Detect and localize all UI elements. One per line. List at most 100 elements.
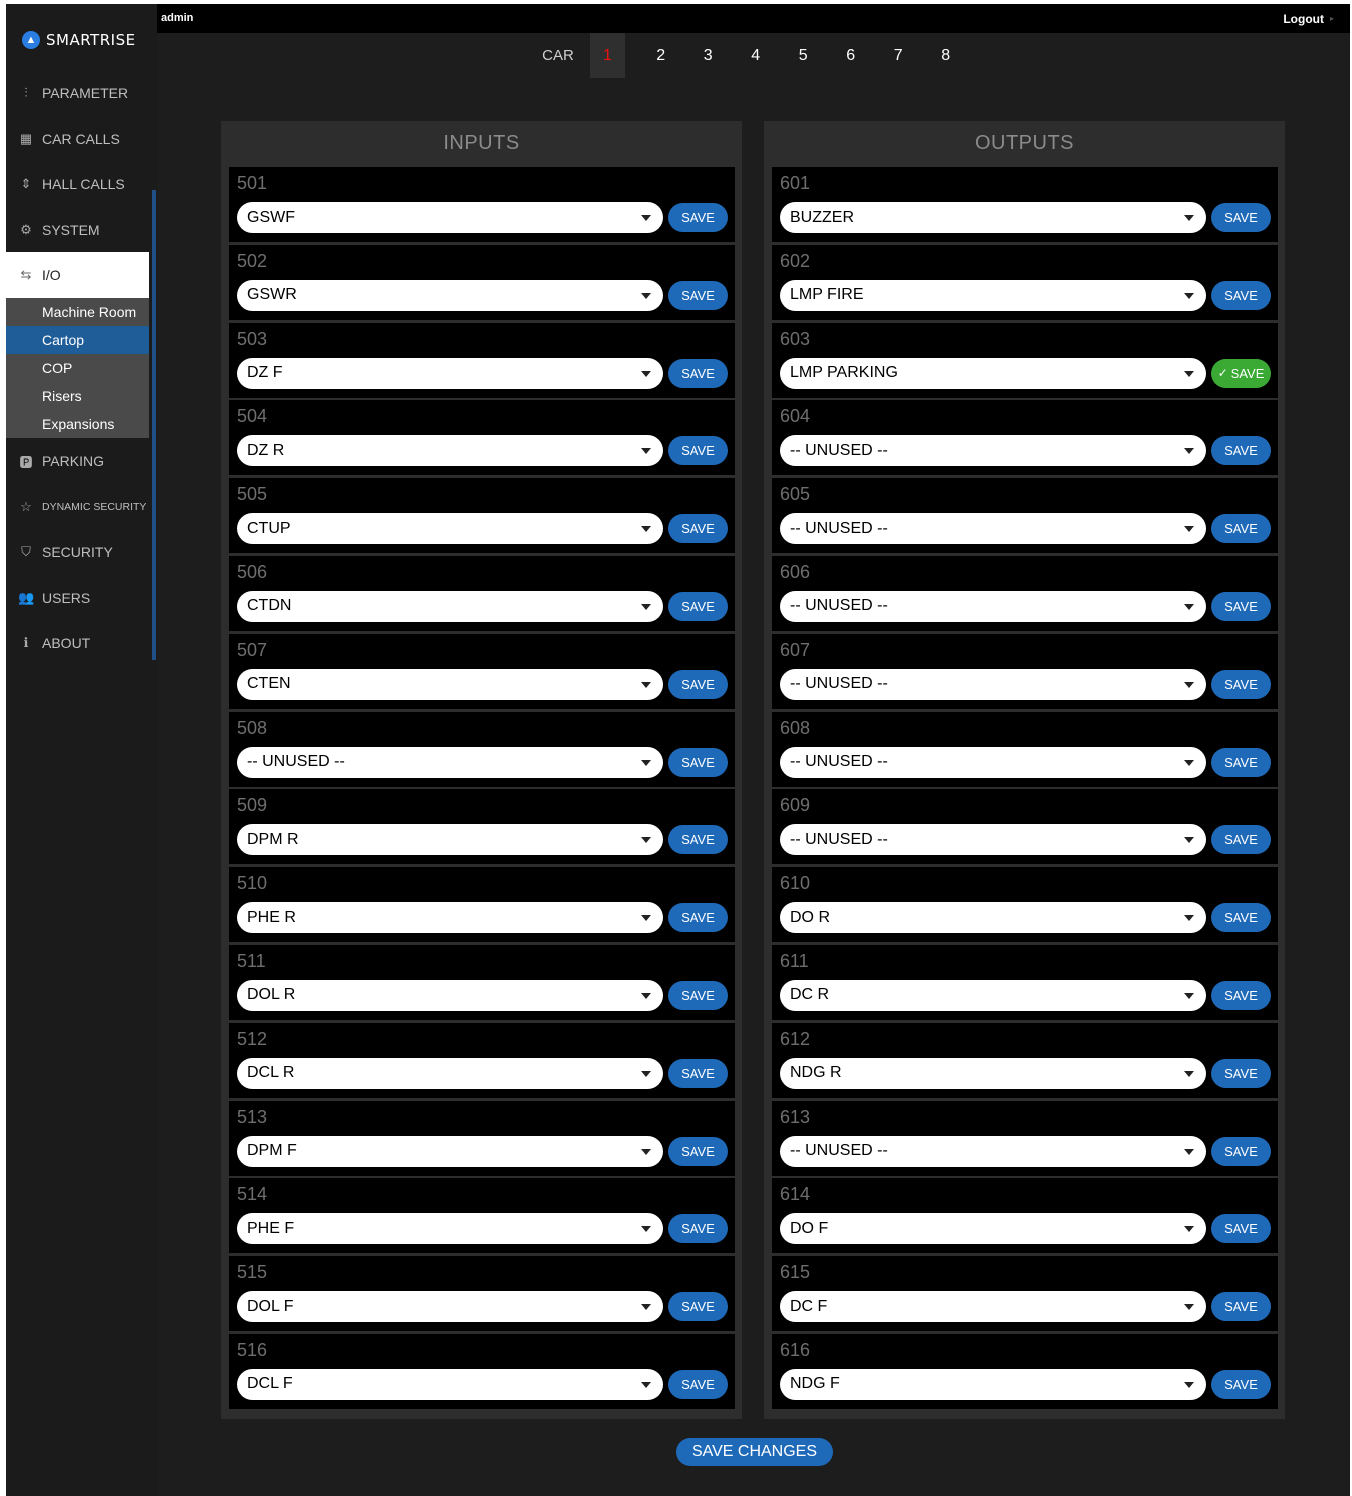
subnav-item-risers[interactable]: Risers [6, 382, 149, 410]
subnav-item-machine-room[interactable]: Machine Room [6, 298, 149, 326]
save-button[interactable]: SAVE [1211, 436, 1271, 466]
function-select[interactable]: DZ F [237, 357, 663, 389]
function-select[interactable]: LMP FIRE [780, 279, 1206, 311]
io-row: 510 PHE R SAVE [229, 867, 735, 943]
save-button[interactable]: SAVE [1211, 1058, 1271, 1088]
save-button[interactable]: SAVE [1211, 980, 1271, 1010]
caret-down-icon [641, 1148, 651, 1155]
save-button[interactable]: ✓ SAVE [1211, 358, 1271, 388]
save-button[interactable]: SAVE [668, 591, 728, 621]
function-select[interactable]: DO F [780, 1213, 1206, 1245]
save-button[interactable]: SAVE [668, 1136, 728, 1166]
function-select[interactable]: -- UNUSED -- [780, 590, 1206, 622]
function-select[interactable]: -- UNUSED -- [780, 668, 1206, 700]
function-select[interactable]: DCL F [237, 1368, 663, 1400]
function-select[interactable]: -- UNUSED -- [780, 1135, 1206, 1167]
save-button[interactable]: SAVE [1211, 903, 1271, 933]
function-select[interactable]: DO R [780, 902, 1206, 934]
function-select[interactable]: PHE R [237, 902, 663, 934]
sidebar-item-system[interactable]: ⚙ SYSTEM [6, 207, 149, 253]
function-select[interactable]: -- UNUSED -- [780, 824, 1206, 856]
sidebar-item-dynamic-security[interactable]: ☆ DYNAMIC SECURITY [6, 484, 149, 530]
sidebar-item-about[interactable]: ℹ ABOUT [6, 620, 149, 666]
function-select[interactable]: -- UNUSED -- [237, 746, 663, 778]
save-button[interactable]: SAVE [668, 1214, 728, 1244]
function-select[interactable]: -- UNUSED -- [780, 513, 1206, 545]
save-button-label: SAVE [681, 1376, 715, 1392]
function-select[interactable]: CTDN [237, 590, 663, 622]
save-button[interactable]: SAVE [1211, 1369, 1271, 1399]
sidebar-item-car-calls[interactable]: ▦ CAR CALLS [6, 116, 149, 162]
car-tab-5[interactable]: 5 [780, 33, 828, 78]
io-number: 605 [780, 484, 811, 505]
function-select-value: DOL R [247, 986, 296, 1004]
save-button[interactable]: SAVE [1211, 1136, 1271, 1166]
caret-down-icon [641, 915, 651, 922]
io-row: 607 -- UNUSED -- SAVE [772, 633, 1278, 709]
function-select[interactable]: DOL F [237, 1291, 663, 1323]
function-select[interactable]: DCL R [237, 1057, 663, 1089]
save-button[interactable]: SAVE [668, 825, 728, 855]
sidebar-item-users[interactable]: 👥 USERS [6, 575, 149, 621]
sidebar-item-hall-calls[interactable]: ⇕ HALL CALLS [6, 161, 149, 207]
save-button[interactable]: SAVE [668, 1292, 728, 1322]
save-button[interactable]: SAVE [668, 980, 728, 1010]
function-select[interactable]: -- UNUSED -- [780, 746, 1206, 778]
car-tab-4[interactable]: 4 [732, 33, 780, 78]
function-select[interactable]: -- UNUSED -- [780, 435, 1206, 467]
subnav-item-cop[interactable]: COP [6, 354, 149, 382]
function-select[interactable]: DPM R [237, 824, 663, 856]
sidebar-item-io[interactable]: ⇆ I/O [6, 252, 149, 298]
function-select[interactable]: GSWF [237, 202, 663, 233]
function-select[interactable]: LMP PARKING [780, 357, 1206, 389]
car-tab-3[interactable]: 3 [685, 33, 733, 78]
function-select[interactable]: DOL R [237, 979, 663, 1011]
save-button[interactable]: SAVE [668, 669, 728, 699]
save-button[interactable]: SAVE [1211, 1292, 1271, 1322]
save-button[interactable]: SAVE [668, 358, 728, 388]
sidebar-item-parameter[interactable]: ⫶ PARAMETER [6, 70, 149, 116]
function-select[interactable]: DC F [780, 1291, 1206, 1323]
save-changes-button[interactable]: SAVE CHANGES [676, 1438, 833, 1466]
save-button[interactable]: SAVE [668, 1369, 728, 1399]
save-button[interactable]: SAVE [1211, 825, 1271, 855]
save-button[interactable]: SAVE [1211, 669, 1271, 699]
save-button[interactable]: SAVE [668, 903, 728, 933]
save-button[interactable]: SAVE [1211, 203, 1271, 232]
function-select[interactable]: PHE F [237, 1213, 663, 1245]
car-tab-6[interactable]: 6 [827, 33, 875, 78]
save-button[interactable]: SAVE [1211, 1214, 1271, 1244]
sidebar-scrollbar[interactable] [152, 190, 156, 660]
function-select[interactable]: GSWR [237, 279, 663, 311]
save-button[interactable]: SAVE [1211, 514, 1271, 544]
car-tab-8[interactable]: 8 [922, 33, 970, 78]
save-button[interactable]: SAVE [1211, 280, 1271, 310]
save-button[interactable]: SAVE [668, 436, 728, 466]
info-icon: ℹ [23, 635, 29, 650]
function-select[interactable]: DC R [780, 979, 1206, 1011]
function-select[interactable]: CTEN [237, 668, 663, 700]
function-select[interactable]: CTUP [237, 513, 663, 545]
save-button[interactable]: SAVE [668, 747, 728, 777]
function-select[interactable]: DZ R [237, 435, 663, 467]
save-button[interactable]: SAVE [668, 514, 728, 544]
logout-link[interactable]: Logout [1283, 12, 1324, 26]
save-button[interactable]: SAVE [1211, 591, 1271, 621]
car-tab-7[interactable]: 7 [875, 33, 923, 78]
sidebar-item-parking[interactable]: 🅿 PARKING [6, 438, 149, 484]
io-row: 502 GSWR SAVE [229, 244, 735, 320]
function-select[interactable]: NDG F [780, 1368, 1206, 1400]
io-number: 512 [237, 1028, 268, 1049]
subnav-item-cartop[interactable]: Cartop [6, 326, 149, 354]
save-button[interactable]: SAVE [668, 280, 728, 310]
function-select[interactable]: DPM F [237, 1135, 663, 1167]
car-tab-2[interactable]: 2 [637, 33, 685, 78]
sidebar-item-security[interactable]: ⛉ SECURITY [6, 529, 149, 575]
function-select[interactable]: NDG R [780, 1057, 1206, 1089]
function-select[interactable]: BUZZER [780, 202, 1206, 233]
save-button[interactable]: SAVE [668, 1058, 728, 1088]
subnav-item-expansions[interactable]: Expansions [6, 410, 149, 438]
save-button[interactable]: SAVE [668, 203, 728, 232]
save-button[interactable]: SAVE [1211, 747, 1271, 777]
car-tab-1[interactable]: 1 [590, 33, 625, 78]
